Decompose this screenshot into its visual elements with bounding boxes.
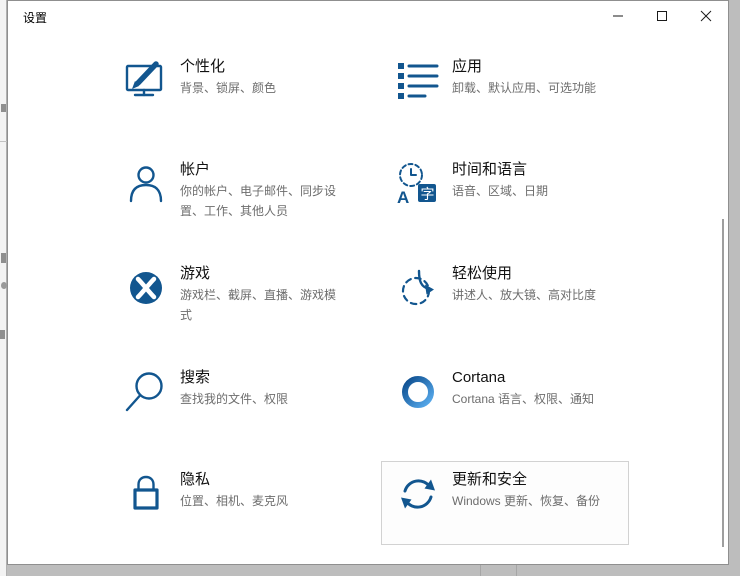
- tile-search[interactable]: 搜索 查找我的文件、权限: [109, 359, 357, 425]
- close-icon: [700, 10, 712, 22]
- personalization-icon: [125, 61, 163, 97]
- background-fragment: [0, 330, 5, 339]
- tile-time-language[interactable]: A 字 时间和语言 语音、区域、日期: [381, 151, 629, 217]
- tile-subtitle: 讲述人、放大镜、高对比度: [452, 288, 597, 302]
- tile-subtitle: 位置、相机、麦克风: [180, 494, 289, 508]
- background-window-edge-line: [480, 565, 481, 576]
- tile-update-security[interactable]: 更新和安全 Windows 更新、恢复、备份: [381, 461, 629, 545]
- tile-gaming[interactable]: 游戏 游戏栏、截屏、直播、游戏模式: [109, 255, 357, 334]
- tile-title: 时间和语言: [452, 161, 528, 178]
- background-fragment: [1, 104, 6, 112]
- settings-window: 设置 个性化 背景、锁屏、颜色 应用 卸载、默认应用、可选功能 帐户 你的帐户、…: [7, 0, 729, 565]
- search-icon: [125, 372, 163, 412]
- tile-title: 轻松使用: [452, 265, 513, 282]
- ease-of-access-icon: [401, 269, 434, 306]
- window-title: 设置: [23, 11, 48, 25]
- tile-title: 帐户: [180, 161, 211, 178]
- time-language-icon: A 字: [397, 163, 436, 207]
- minimize-button[interactable]: [596, 1, 640, 31]
- background-window-edge-line: [516, 565, 517, 576]
- tile-subtitle: 你的帐户、电子邮件、同步设置、工作、其他人员: [180, 184, 337, 218]
- tile-title: 应用: [452, 58, 483, 75]
- tile-personalization[interactable]: 个性化 背景、锁屏、颜色: [109, 48, 357, 114]
- tile-title: 搜索: [180, 369, 211, 386]
- background-fragment: [1, 253, 6, 263]
- cortana-icon: [402, 376, 434, 408]
- tile-title: 更新和安全: [452, 471, 528, 488]
- titlebar: 设置: [8, 1, 728, 31]
- tile-subtitle: Windows 更新、恢复、备份: [452, 494, 601, 508]
- tile-subtitle: 游戏栏、截屏、直播、游戏模式: [180, 288, 337, 322]
- scrollbar-thumb[interactable]: [722, 219, 724, 547]
- background-fragment: [0, 141, 7, 142]
- tile-subtitle: Cortana 语言、权限、通知: [452, 392, 595, 406]
- update-security-icon: [401, 479, 435, 509]
- tile-title: 游戏: [180, 265, 211, 282]
- privacy-icon: [133, 475, 159, 510]
- maximize-button[interactable]: [640, 1, 684, 31]
- window-controls: [596, 1, 728, 31]
- background-window-edge: [0, 0, 7, 576]
- tile-privacy[interactable]: 隐私 位置、相机、麦克风: [109, 461, 357, 527]
- svg-text:字: 字: [421, 186, 435, 202]
- accounts-icon: [129, 166, 163, 203]
- svg-text:A: A: [397, 188, 409, 207]
- tile-title: 隐私: [180, 471, 211, 488]
- gaming-icon: [130, 272, 162, 304]
- tile-subtitle: 卸载、默认应用、可选功能: [452, 81, 597, 95]
- tile-cortana[interactable]: Cortana Cortana 语言、权限、通知: [381, 359, 629, 425]
- close-button[interactable]: [684, 1, 728, 31]
- tile-subtitle: 语音、区域、日期: [452, 184, 549, 198]
- tile-title: Cortana: [452, 369, 506, 386]
- minimize-icon: [613, 15, 623, 17]
- tile-apps[interactable]: 应用 卸载、默认应用、可选功能: [381, 48, 629, 114]
- maximize-icon: [657, 11, 667, 21]
- tile-subtitle: 查找我的文件、权限: [180, 392, 289, 406]
- tile-subtitle: 背景、锁屏、颜色: [180, 81, 277, 95]
- tile-title: 个性化: [180, 58, 226, 75]
- tile-accounts[interactable]: 帐户 你的帐户、电子邮件、同步设置、工作、其他人员: [109, 151, 357, 230]
- apps-icon: [398, 63, 439, 99]
- tile-ease-of-access[interactable]: 轻松使用 讲述人、放大镜、高对比度: [381, 255, 629, 321]
